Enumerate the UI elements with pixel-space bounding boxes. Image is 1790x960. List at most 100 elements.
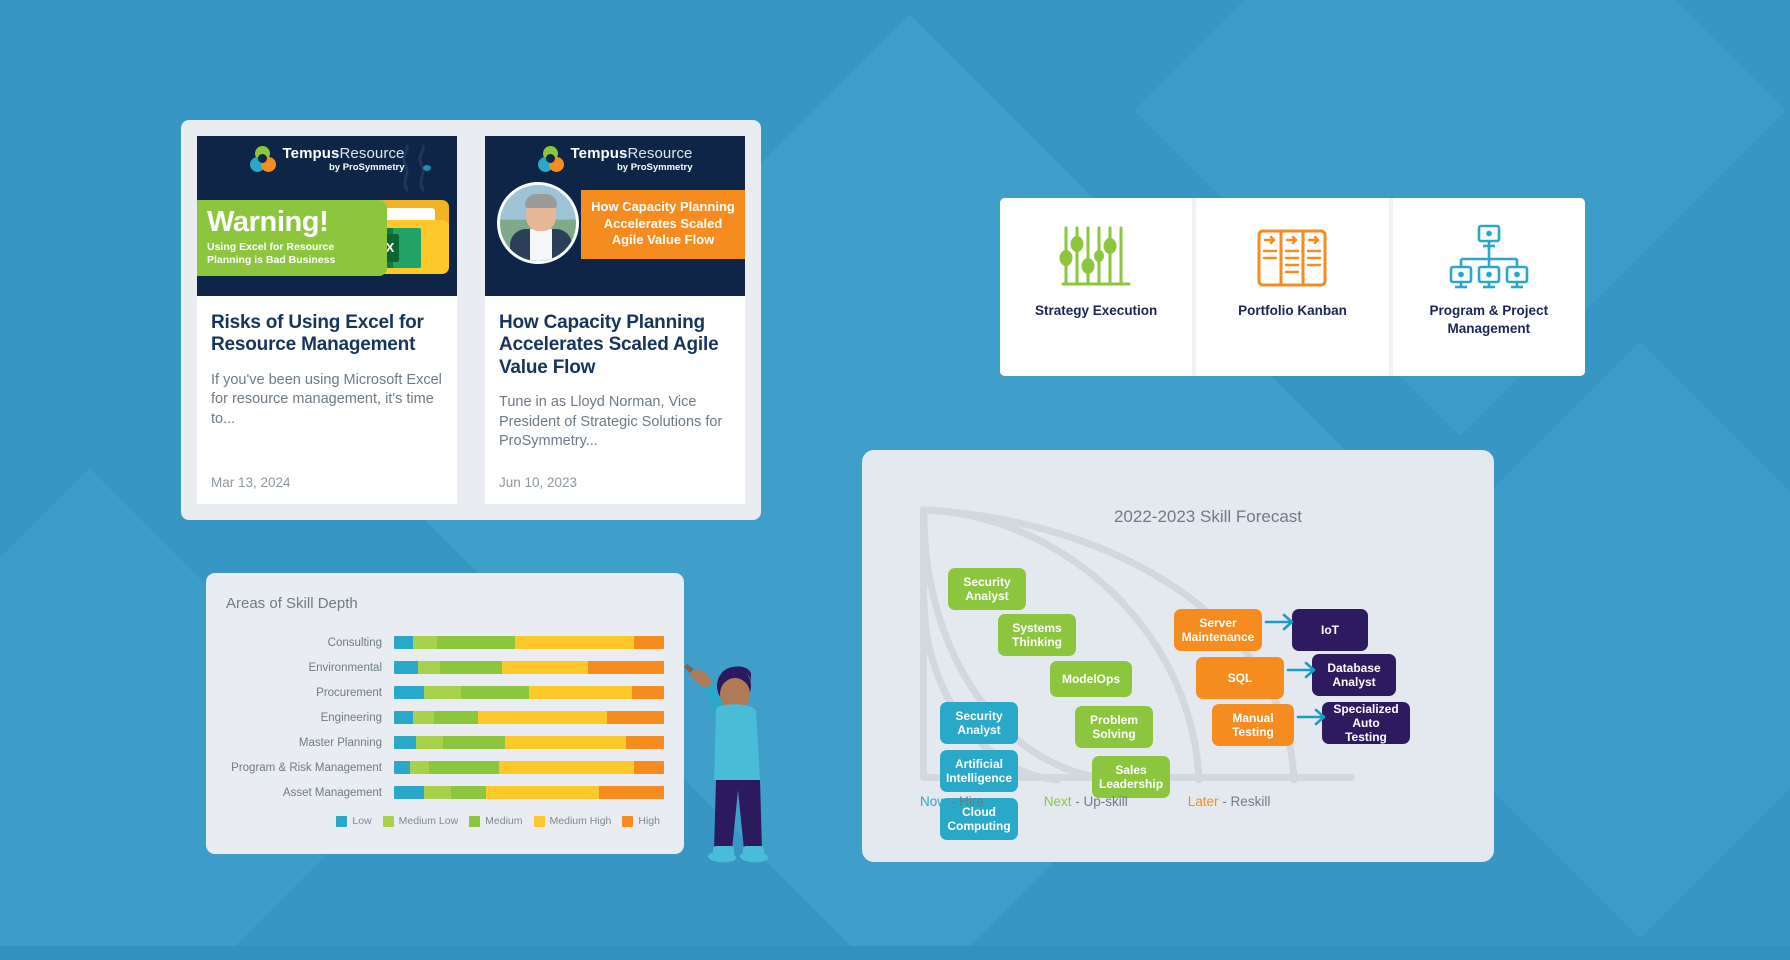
skill-depth-bar-segment (439, 661, 502, 674)
skill-depth-bar-segment (634, 636, 664, 649)
skill-depth-bar-segment (423, 786, 451, 799)
blog-title[interactable]: Risks of Using Excel for Resource Manage… (211, 312, 443, 357)
tempus-logo-mark (537, 146, 564, 173)
blog-date: Mar 13, 2024 (211, 475, 291, 490)
tempus-resource-logo: TempusResource by ProSymmetry (485, 146, 745, 173)
skill-depth-bar-segment (504, 736, 627, 749)
tile-label: Portfolio Kanban (1238, 303, 1347, 318)
skill-depth-bar-segment (412, 711, 435, 724)
skill-depth-bar-segment (485, 786, 600, 799)
legend-item: Medium (469, 815, 523, 827)
skill-depth-bar-segment (394, 661, 419, 674)
tempus-logo-mark (249, 146, 276, 173)
forecast-skill-chip[interactable]: Systems Thinking (998, 614, 1076, 656)
forecast-skill-chip[interactable]: ModelOps (1050, 661, 1132, 697)
legend-swatch (336, 815, 348, 827)
skill-depth-panel: Areas of Skill Depth Consulting Environme… (206, 573, 684, 854)
portfolio-kanban-icon (1257, 222, 1327, 294)
feature-tiles-panel: Strategy Execution Portfolio Kanban Prog… (1000, 198, 1585, 376)
skill-depth-row-label: Engineering (320, 711, 382, 724)
blog-cards-panel: TempusResource by ProSymmetry X Warning!… (181, 120, 761, 520)
forecast-column-label: Later - Reskill (1188, 794, 1271, 809)
skill-depth-bar-segment (412, 636, 438, 649)
forecast-skill-chip[interactable]: Problem Solving (1075, 706, 1153, 748)
brand-name-bold: Tempus (282, 145, 340, 162)
tile-label: Program & Project Management (1429, 303, 1549, 336)
warning-subheading: Using Excel for Resource Planning is Bad… (207, 241, 336, 267)
blog-excerpt: If you've been using Microsoft Excel for… (211, 371, 442, 427)
person-illustration (684, 664, 768, 863)
forecast-column-suffix: - Reskill (1218, 794, 1271, 809)
skill-depth-row: Program & Risk Management (226, 755, 664, 780)
blog-excerpt: Tune in as Lloyd Norman, Vice President … (499, 394, 723, 450)
skill-depth-chart: Consulting Environmental Procurement Engine… (226, 630, 664, 805)
forecast-skill-chip[interactable]: Database Analyst (1312, 654, 1396, 696)
skill-depth-bar-segment (394, 761, 411, 774)
warning-heading: Warning! (207, 206, 329, 238)
skill-depth-bar (394, 736, 664, 749)
forecast-footer-legend: Now - Hire Next - Up-skill Later - Reskill (920, 794, 1474, 809)
forecast-skill-chip[interactable]: Server Maintenance (1174, 609, 1262, 651)
forecast-skill-chip[interactable]: IoT (1292, 609, 1368, 651)
skill-depth-bar-segment (415, 736, 443, 749)
legend-label: Medium (485, 815, 523, 827)
forecast-column-key: Later (1187, 794, 1219, 809)
legend-label: Medium High (549, 815, 612, 827)
skill-depth-row: Consulting (226, 630, 664, 655)
tempus-resource-logo: TempusResource by ProSymmetry (197, 146, 457, 173)
blog-title[interactable]: How Capacity Planning Accelerates Scaled… (499, 312, 731, 379)
forecast-skill-chip[interactable]: SQL (1196, 657, 1284, 699)
skill-depth-bar (394, 636, 664, 649)
blog-date: Jun 10, 2023 (499, 475, 578, 490)
forecast-skill-chip[interactable]: Security Analyst (940, 702, 1018, 744)
skill-depth-bar-segment (450, 786, 486, 799)
forecast-skill-chip[interactable]: Artificial Intelligence (940, 750, 1018, 792)
forecast-skill-chip[interactable]: Sales Leadership (1092, 756, 1170, 798)
forecast-arrow-icon (1296, 708, 1326, 726)
skill-depth-bar-segment (477, 711, 608, 724)
forecast-skill-chip[interactable]: Security Analyst (948, 568, 1026, 610)
blog-card[interactable]: TempusResource by ProSymmetry How Capaci… (485, 136, 745, 504)
skill-forecast-panel: 2022-2023 Skill Forecast Security Analys… (862, 450, 1494, 862)
skill-depth-bar-segment (501, 661, 589, 674)
skill-depth-bar-segment (442, 736, 505, 749)
skill-depth-row-label: Procurement (316, 686, 382, 699)
skill-depth-bar (394, 761, 664, 774)
brand-name-bold: Tempus (570, 145, 628, 162)
skill-depth-row-label: Master Planning (298, 736, 382, 749)
forecast-skill-chip[interactable]: Specialized Auto Testing (1322, 702, 1410, 744)
legend-item: Medium High (533, 815, 612, 827)
legend-item: Medium Low (382, 815, 458, 827)
skill-depth-row: Procurement (226, 680, 664, 705)
blog-thumbnail-warning: TempusResource by ProSymmetry X Warning!… (197, 136, 457, 296)
skill-forecast-title: 2022-2023 Skill Forecast (1113, 507, 1303, 526)
brand-tagline: by ProSymmetry (328, 161, 405, 173)
blog-card[interactable]: TempusResource by ProSymmetry X Warning!… (197, 136, 457, 504)
skill-depth-row: Asset Management (226, 780, 664, 805)
legend-swatch (382, 815, 394, 827)
skill-depth-title: Areas of Skill Depth (226, 595, 358, 612)
skill-depth-bar-segment (418, 661, 440, 674)
forecast-column-suffix: - Up-skill (1071, 794, 1128, 809)
skill-depth-bar (394, 661, 664, 674)
skill-depth-bar-segment (437, 636, 516, 649)
skill-depth-bar-segment (429, 761, 500, 774)
tile-program-project-management[interactable]: Program & Project Management (1392, 198, 1585, 376)
skill-depth-legend: Low Medium Low Medium Medium High High (226, 815, 664, 827)
tile-portfolio-kanban[interactable]: Portfolio Kanban (1196, 198, 1389, 376)
skill-depth-bar-segment (626, 736, 664, 749)
blog-thumbnail-webinar: TempusResource by ProSymmetry How Capaci… (485, 136, 745, 296)
tile-strategy-execution[interactable]: Strategy Execution (1000, 198, 1193, 376)
skill-depth-bar-segment (434, 711, 478, 724)
skill-depth-bar-segment (607, 711, 664, 724)
warning-banner: Warning! Using Excel for Resource Planni… (197, 200, 387, 277)
skill-depth-row-label: Asset Management (282, 786, 382, 799)
forecast-skill-chip[interactable]: Manual Testing (1212, 704, 1294, 746)
forecast-arrow-icon (1264, 613, 1294, 631)
background-bottom-strip (0, 946, 1790, 960)
skill-depth-bar-segment (499, 761, 635, 774)
forecast-column-key: Now (920, 794, 948, 809)
forecast-column-label: Next - Up-skill (1044, 794, 1128, 809)
skill-depth-row-label: Program & Risk Management (231, 761, 382, 774)
skill-depth-bar-segment (410, 761, 430, 774)
